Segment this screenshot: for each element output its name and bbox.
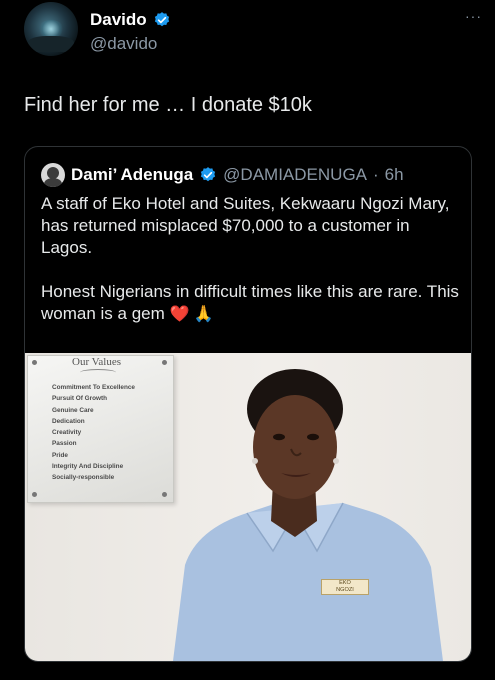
tweet-text: Find her for me … I donate $10k (24, 94, 312, 116)
quoted-timestamp[interactable]: 6h (385, 165, 404, 185)
quoted-author-name[interactable]: Dami’ Adenuga (71, 165, 193, 185)
heart-pray-emoji: ❤️ 🙏 (169, 306, 214, 323)
author-name[interactable]: Davido (90, 10, 147, 30)
quoted-tweet[interactable]: Dami’ Adenuga @DAMIADENUGA · 6h A staff … (24, 146, 472, 662)
author-name-row[interactable]: Davido (90, 10, 171, 30)
tweet-header: Davido @davido ··· (24, 2, 484, 72)
avatar-body-shape (44, 178, 62, 187)
name-tag-text: NGOZI (336, 587, 354, 593)
verified-badge-icon (201, 167, 216, 182)
avatar-rock (28, 36, 74, 52)
name-tag: EKO NGOZI (321, 579, 369, 595)
quoted-header: Dami’ Adenuga @DAMIADENUGA · 6h (41, 163, 404, 187)
name-tag-logo: EKO (339, 580, 351, 586)
more-options-icon[interactable]: ··· (465, 8, 482, 24)
author-avatar[interactable] (24, 2, 78, 56)
dot-separator: · (373, 165, 379, 184)
quoted-photo[interactable]: Our Values Commitment To Excellence Purs… (25, 353, 471, 661)
woman-portrait (173, 369, 443, 661)
quoted-author-avatar[interactable] (41, 163, 65, 187)
quoted-text-paragraph-1: A staff of Eko Hotel and Suites, Kekwaar… (41, 194, 450, 257)
verified-badge-icon (154, 12, 169, 27)
author-handle[interactable]: @davido (90, 34, 157, 54)
quoted-author-handle[interactable]: @DAMIADENUGA (223, 165, 367, 185)
quoted-text: A staff of Eko Hotel and Suites, Kekwaar… (41, 193, 461, 326)
quoted-text-paragraph-2: Honest Nigerians in difficult times like… (41, 282, 459, 323)
